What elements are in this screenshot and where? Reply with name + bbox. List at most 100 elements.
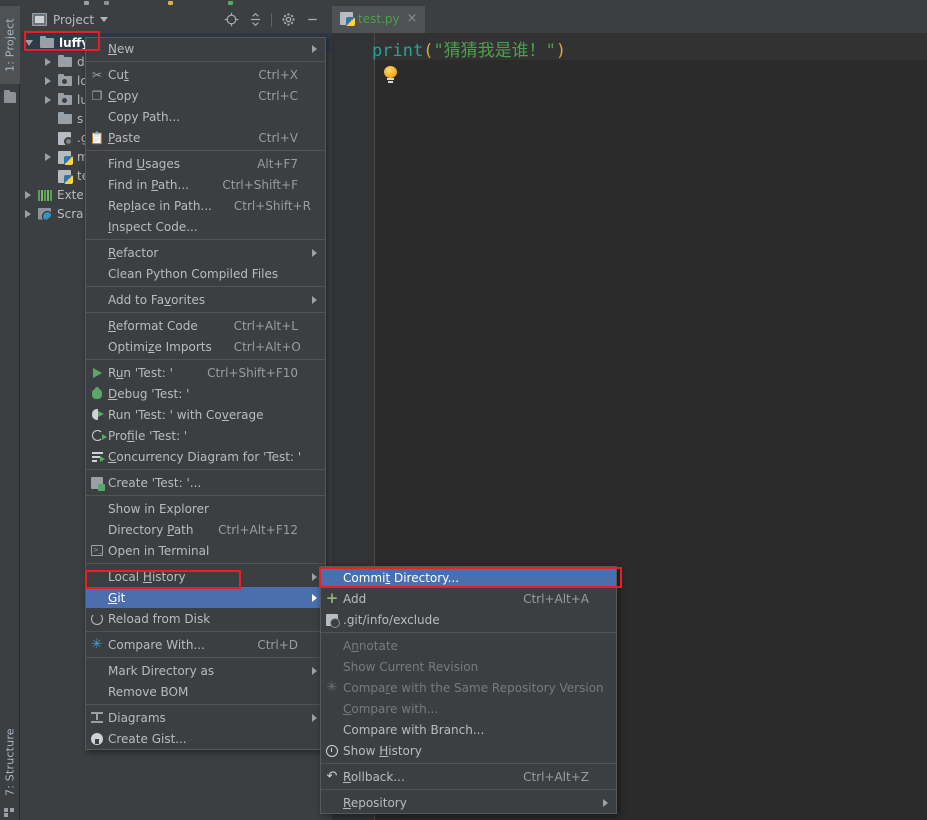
menu-item-copy-path[interactable]: Copy Path... — [86, 106, 325, 127]
menu-item-label: Remove BOM — [108, 685, 298, 699]
menu-item-no-icon — [86, 315, 108, 336]
source-folder-icon — [57, 93, 73, 107]
menu-item-reformat-code[interactable]: Reformat CodeCtrl+Alt+L — [86, 315, 325, 336]
code-line[interactable]: print("猜猜我是谁！") — [372, 36, 566, 61]
menu-item-profile-test[interactable]: Profile 'Test: ' — [86, 425, 325, 446]
menu-item-git[interactable]: Git — [86, 587, 325, 608]
menu-item-shortcut: Ctrl+Shift+R — [212, 199, 311, 213]
folder-icon — [39, 36, 55, 50]
toolbar-icon-3[interactable] — [168, 1, 173, 5]
menu-item-mark-directory-as[interactable]: Mark Directory as — [86, 660, 325, 681]
menu-item-add-to-favorites[interactable]: Add to Favorites — [86, 289, 325, 310]
toolbar-icon-2[interactable] — [104, 1, 109, 5]
menu-item-run-test[interactable]: Run 'Test: 'Ctrl+Shift+F10 — [86, 362, 325, 383]
menu-item-show-history[interactable]: Show History — [321, 740, 616, 761]
menu-item-rollback[interactable]: ↶Rollback...Ctrl+Alt+Z — [321, 766, 616, 787]
menu-item-find-in-path[interactable]: Find in Path...Ctrl+Shift+F — [86, 174, 325, 195]
menu-item-compare-with-the-same-repository-version[interactable]: ✳Compare with the Same Repository Versio… — [321, 677, 616, 698]
diagram-icon — [86, 707, 108, 728]
menu-item-debug-test[interactable]: Debug 'Test: ' — [86, 383, 325, 404]
menu-item-remove-bom[interactable]: Remove BOM — [86, 681, 325, 702]
chevron-right-icon[interactable] — [25, 210, 31, 218]
menu-item-label: Reload from Disk — [108, 612, 298, 626]
toolbar-divider — [271, 13, 272, 27]
menu-item-label: Directory Path — [108, 523, 196, 537]
menu-item-new[interactable]: New — [86, 38, 325, 59]
project-panel-title-group[interactable]: Project — [21, 13, 108, 27]
chevron-right-icon[interactable] — [45, 58, 51, 66]
chevron-down-icon[interactable] — [25, 40, 33, 46]
menu-item-commit-directory[interactable]: Commit Directory... — [321, 567, 616, 588]
menu-item-paste[interactable]: 📋PasteCtrl+V — [86, 127, 325, 148]
menu-item-compare-with-branch[interactable]: Compare with Branch... — [321, 719, 616, 740]
menu-item-show-current-revision[interactable]: Show Current Revision — [321, 656, 616, 677]
menu-item-no-icon — [86, 195, 108, 216]
tab-test-py[interactable]: test.py × — [332, 6, 425, 33]
menu-item-reload-from-disk[interactable]: Reload from Disk — [86, 608, 325, 629]
menu-item-concurrency-diagram-for-test[interactable]: Concurrency Diagram for 'Test: ' — [86, 446, 325, 467]
menu-item-label: Cut — [108, 68, 236, 82]
chevron-right-icon[interactable] — [45, 77, 51, 85]
chevron-right-icon[interactable] — [25, 191, 31, 199]
menu-item-replace-in-path[interactable]: Replace in Path...Ctrl+Shift+R — [86, 195, 325, 216]
git-submenu[interactable]: Commit Directory...+AddCtrl+Alt+A.git/in… — [320, 566, 617, 814]
menu-item-repository[interactable]: Repository — [321, 792, 616, 813]
menu-item-local-history[interactable]: Local History — [86, 566, 325, 587]
menu-item-add[interactable]: +AddCtrl+Alt+A — [321, 588, 616, 609]
menu-item-shortcut: Ctrl+D — [235, 638, 298, 652]
chevron-down-icon[interactable] — [100, 17, 108, 22]
menu-item-compare-with[interactable]: Compare with... — [321, 698, 616, 719]
chevron-right-icon[interactable] — [45, 153, 51, 161]
python-file-icon — [57, 169, 73, 183]
menu-item-diagrams[interactable]: Diagrams — [86, 707, 325, 728]
external-libraries-icon — [37, 188, 53, 202]
ide-window: 1: Project 7: Structure Project — [0, 0, 927, 820]
menu-item-create-test[interactable]: Create 'Test: '... — [86, 472, 325, 493]
folder-icon — [4, 92, 16, 103]
lightbulb-icon[interactable] — [384, 66, 397, 83]
folder-icon — [57, 55, 73, 69]
menu-item-label: Paste — [108, 131, 236, 145]
menu-item-run-test-with-coverage[interactable]: Run 'Test: ' with Coverage — [86, 404, 325, 425]
submenu-arrow-icon — [312, 667, 317, 675]
menu-item-show-in-explorer[interactable]: Show in Explorer — [86, 498, 325, 519]
toolbar-icon-1[interactable] — [84, 1, 89, 5]
editor-tabbar: test.py × — [332, 6, 927, 33]
menu-item-refactor[interactable]: Refactor — [86, 242, 325, 263]
code-token-open-paren: ( — [423, 41, 433, 61]
chevron-right-icon[interactable] — [45, 96, 51, 104]
menu-item-cut[interactable]: ✂CutCtrl+X — [86, 64, 325, 85]
menu-item-label: Create Gist... — [108, 732, 298, 746]
menu-item-create-gist[interactable]: Create Gist... — [86, 728, 325, 749]
close-icon[interactable]: × — [407, 12, 418, 25]
sidebar-item-structure[interactable]: 7: Structure — [0, 720, 20, 804]
hide-icon[interactable] — [300, 8, 324, 32]
menu-item-open-in-terminal[interactable]: >_Open in Terminal — [86, 540, 325, 561]
compare-icon: ✳ — [86, 634, 108, 655]
menu-item-git-info-exclude[interactable]: .git/info/exclude — [321, 609, 616, 630]
project-panel-toolbar — [219, 8, 332, 32]
collapse-all-icon[interactable] — [243, 8, 267, 32]
locate-icon[interactable] — [219, 8, 243, 32]
project-button-label: 1: Project — [4, 18, 17, 72]
menu-item-label: Add to Favorites — [108, 293, 298, 307]
sidebar-item-project[interactable]: 1: Project — [0, 6, 20, 84]
project-window-icon — [32, 13, 47, 26]
context-menu[interactable]: New ✂CutCtrl+X❐CopyCtrl+CCopy Path...📋Pas… — [85, 37, 326, 750]
menu-item-label: Compare with Branch... — [343, 723, 589, 737]
menu-item-find-usages[interactable]: Find UsagesAlt+F7 — [86, 153, 325, 174]
create-test-icon — [86, 472, 108, 493]
menu-separator — [321, 632, 616, 633]
menu-item-label: Compare with the Same Repository Version — [343, 681, 604, 695]
menu-item-inspect-code[interactable]: Inspect Code... — [86, 216, 325, 237]
menu-item-compare-with[interactable]: ✳Compare With...Ctrl+D — [86, 634, 325, 655]
gear-icon[interactable] — [276, 8, 300, 32]
toolbar-icon-4[interactable] — [228, 1, 233, 5]
menu-item-annotate[interactable]: Annotate — [321, 635, 616, 656]
menu-item-copy[interactable]: ❐CopyCtrl+C — [86, 85, 325, 106]
menu-item-label: Local History — [108, 570, 298, 584]
coverage-icon — [86, 404, 108, 425]
menu-item-optimize-imports[interactable]: Optimize ImportsCtrl+Alt+O — [86, 336, 325, 357]
menu-item-clean-python-compiled-files[interactable]: Clean Python Compiled Files — [86, 263, 325, 284]
menu-item-directory-path[interactable]: Directory PathCtrl+Alt+F12 — [86, 519, 325, 540]
